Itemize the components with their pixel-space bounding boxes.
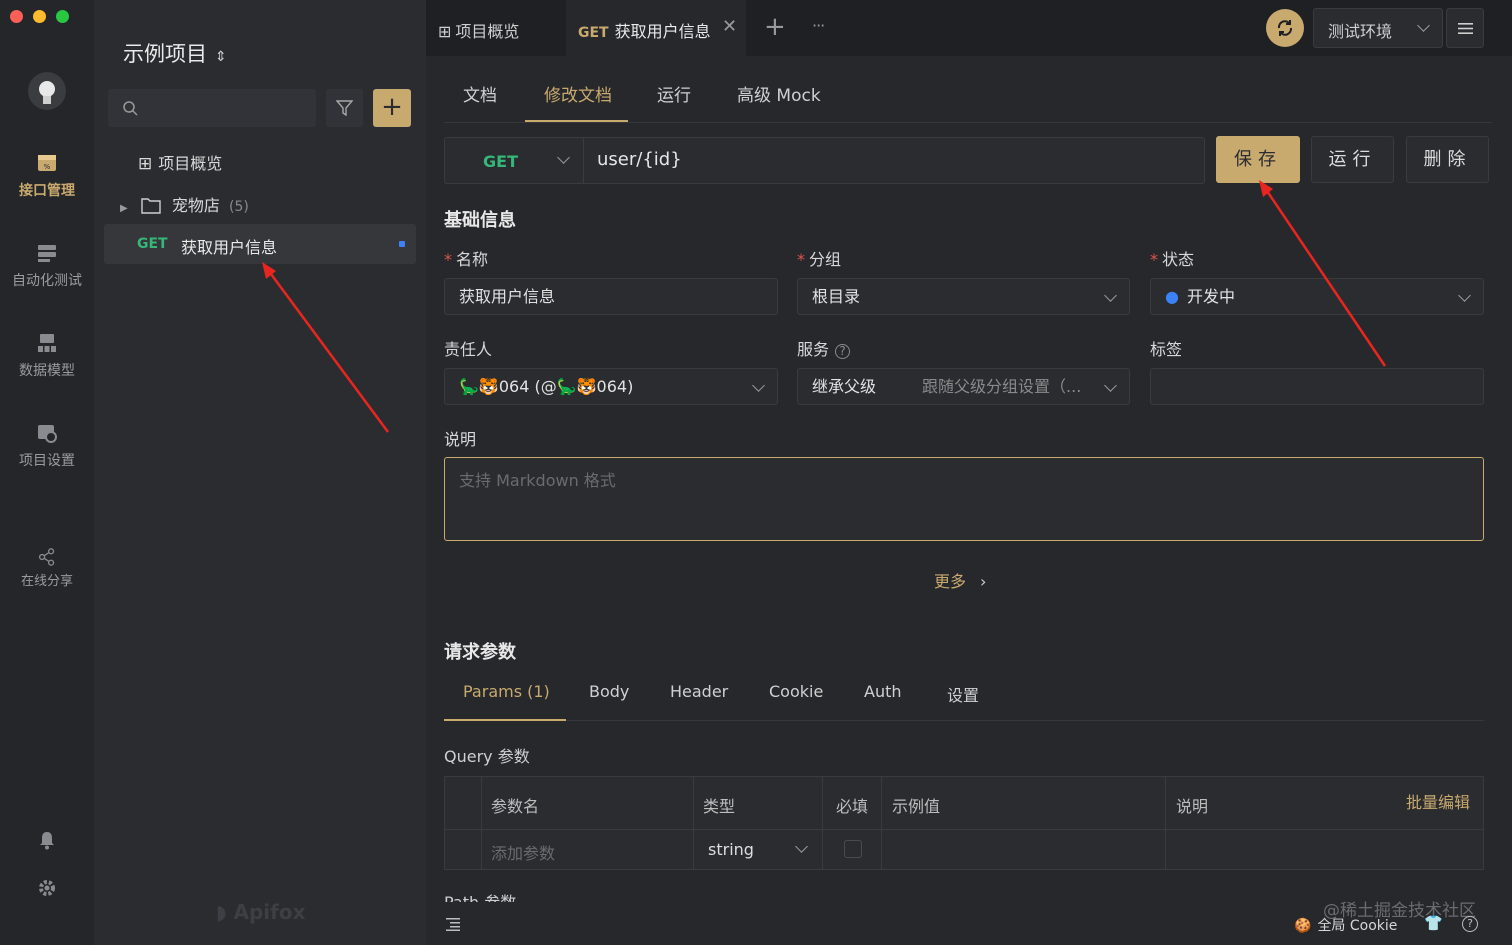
annotation-arrows (262, 180, 1387, 433)
annotation-arrow-sidebar (266, 269, 390, 433)
arrowhead (1259, 180, 1273, 197)
annotation-arrow-save (1263, 187, 1387, 367)
